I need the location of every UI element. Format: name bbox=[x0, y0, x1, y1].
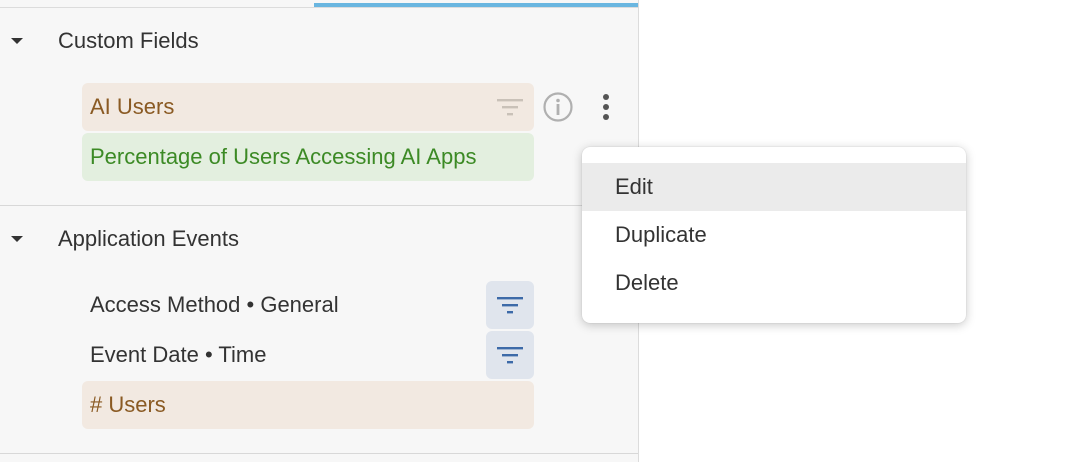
field-event-date[interactable]: Event Date • Time bbox=[82, 331, 482, 379]
filter-button[interactable] bbox=[486, 281, 534, 329]
field-label: Percentage of Users Accessing AI Apps bbox=[90, 144, 477, 169]
section-title: Custom Fields bbox=[58, 28, 199, 53]
caret-down-icon[interactable] bbox=[11, 236, 23, 242]
more-vertical-icon[interactable] bbox=[592, 91, 620, 123]
active-tab-indicator bbox=[314, 3, 638, 7]
field-label: AI Users bbox=[90, 94, 175, 119]
field-label: Access Method • General bbox=[90, 292, 339, 317]
section-divider bbox=[0, 205, 638, 206]
filter-icon bbox=[497, 347, 523, 364]
menu-item-edit[interactable]: Edit bbox=[582, 163, 966, 211]
field-ai-users[interactable]: AI Users bbox=[82, 83, 534, 131]
section-divider bbox=[0, 453, 638, 454]
section-header-custom-fields[interactable]: Custom Fields bbox=[0, 23, 638, 59]
field-label: Event Date • Time bbox=[90, 342, 267, 367]
caret-down-icon[interactable] bbox=[11, 38, 23, 44]
menu-item-label: Delete bbox=[615, 270, 679, 295]
field-label: # Users bbox=[90, 392, 166, 417]
filter-icon bbox=[497, 99, 523, 116]
field-picker-panel: Custom Fields AI Users Percentage of Use… bbox=[0, 0, 639, 462]
filter-button[interactable] bbox=[486, 331, 534, 379]
field-percentage-ai[interactable]: Percentage of Users Accessing AI Apps bbox=[82, 133, 534, 181]
section-header-application-events[interactable]: Application Events bbox=[0, 221, 638, 257]
filter-button[interactable] bbox=[486, 83, 534, 131]
context-menu: Edit Duplicate Delete bbox=[582, 147, 966, 323]
field-users-count[interactable]: # Users bbox=[82, 381, 534, 429]
panel-top-border bbox=[0, 7, 638, 8]
menu-item-duplicate[interactable]: Duplicate bbox=[582, 211, 966, 259]
filter-icon bbox=[497, 297, 523, 314]
menu-item-label: Edit bbox=[615, 174, 653, 199]
field-access-method[interactable]: Access Method • General bbox=[82, 281, 482, 329]
info-icon[interactable] bbox=[542, 91, 574, 123]
section-title: Application Events bbox=[58, 226, 239, 251]
menu-item-delete[interactable]: Delete bbox=[582, 259, 966, 307]
menu-item-label: Duplicate bbox=[615, 222, 707, 247]
